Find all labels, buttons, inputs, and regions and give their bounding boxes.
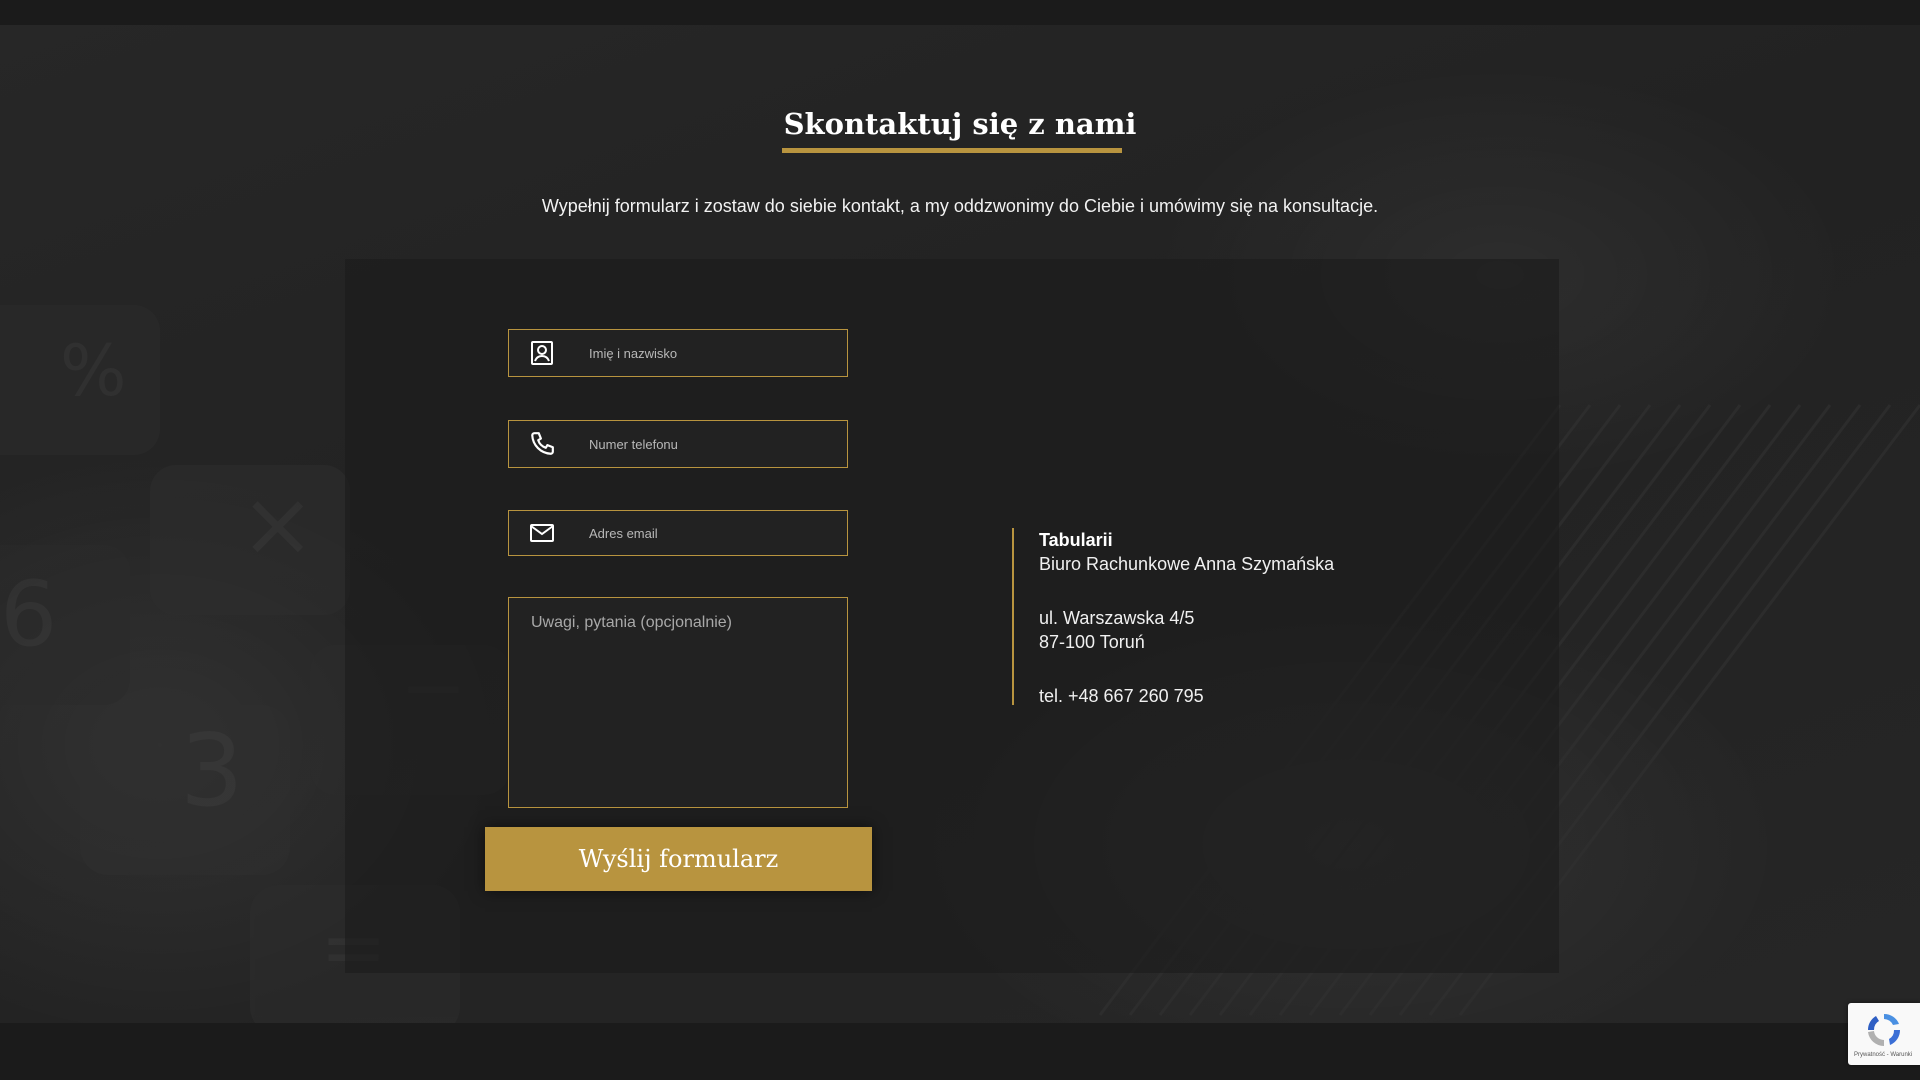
svg-text:3: 3 xyxy=(180,712,244,829)
address-city: 87-100 Toruń xyxy=(1039,632,1145,652)
section-subtitle: Wypełnij formularz i zostaw do siebie ko… xyxy=(541,196,1379,216)
recaptcha-badge[interactable]: Prywatność - Warunki xyxy=(1848,1003,1920,1065)
submit-button[interactable]: Wyślij formularz xyxy=(485,827,872,891)
name-field[interactable] xyxy=(508,329,848,377)
contact-section: % × 6 3 − = xyxy=(0,25,1920,1023)
bottom-band xyxy=(0,1023,1920,1080)
person-card-icon xyxy=(527,338,557,368)
recaptcha-logo-icon xyxy=(1867,1013,1901,1047)
notes-textarea[interactable] xyxy=(509,598,847,807)
title-underline xyxy=(782,148,1122,153)
phone-input[interactable] xyxy=(587,435,841,453)
recaptcha-terms[interactable]: Prywatność - Warunki xyxy=(1854,1052,1912,1058)
notes-field[interactable] xyxy=(508,597,848,808)
top-band xyxy=(0,0,1920,25)
email-input[interactable] xyxy=(587,524,841,542)
contact-info: Tabularii Biuro Rachunkowe Anna Szymańsk… xyxy=(1039,528,1334,708)
email-field[interactable] xyxy=(508,510,848,556)
phone-field[interactable] xyxy=(508,420,848,468)
company-name: Tabularii xyxy=(1039,530,1113,550)
svg-text:%: % xyxy=(60,330,127,412)
office-name: Biuro Rachunkowe Anna Szymańska xyxy=(1039,554,1335,574)
svg-text:6: 6 xyxy=(0,562,57,667)
contact-phone: tel. +48 667 260 795 xyxy=(1039,686,1204,706)
page-title: Skontaktuj się z nami xyxy=(783,107,1137,141)
name-input[interactable] xyxy=(587,344,841,362)
svg-text:×: × xyxy=(240,472,315,577)
envelope-icon xyxy=(527,518,557,548)
address-street: ul. Warszawska 4/5 xyxy=(1039,608,1195,628)
contact-divider xyxy=(1012,528,1014,705)
phone-icon xyxy=(527,429,557,459)
